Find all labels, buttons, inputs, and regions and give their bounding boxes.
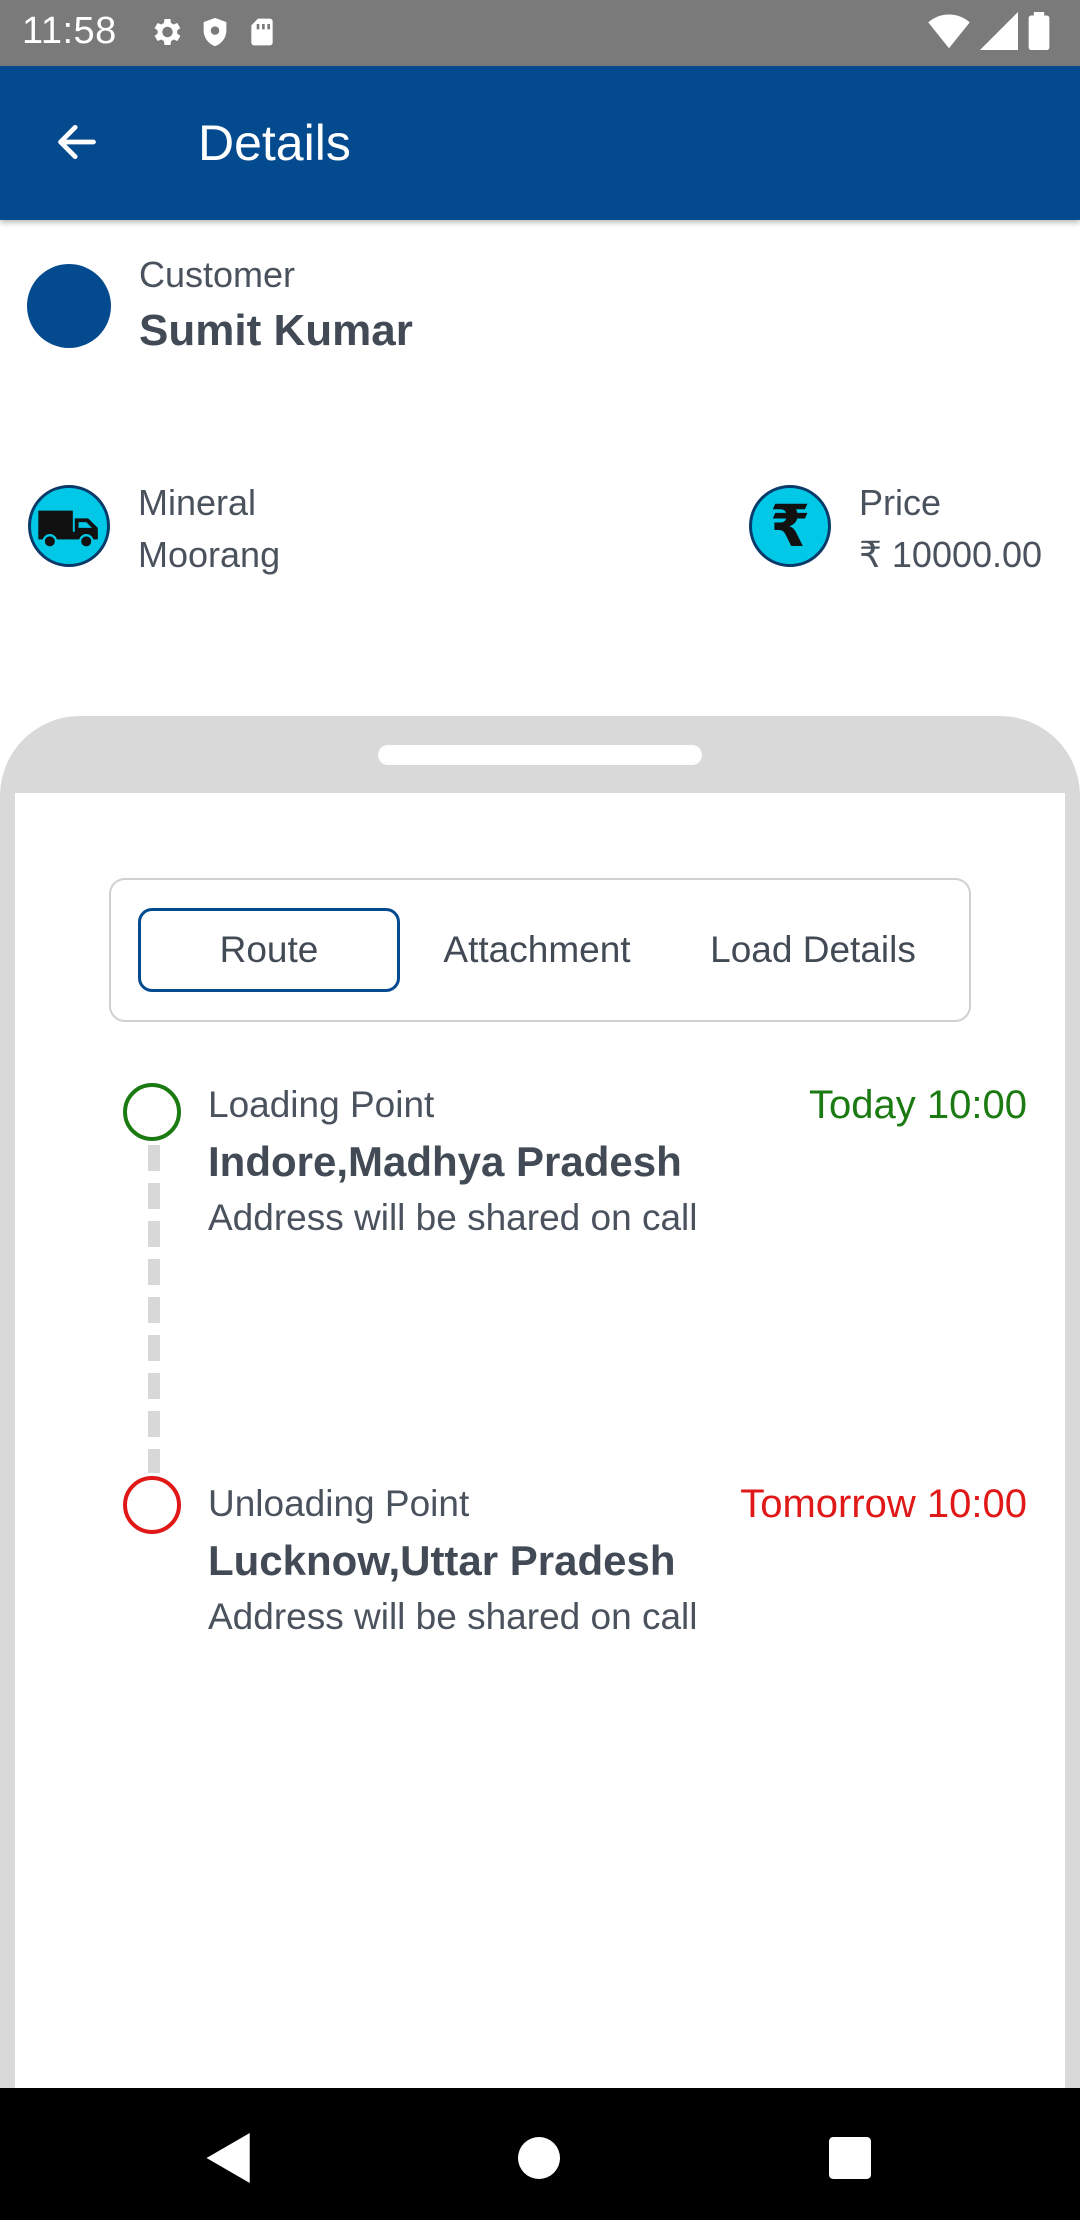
status-time: 11:58 [22, 10, 117, 52]
route-connector [148, 1145, 160, 1473]
shield-icon [203, 17, 227, 47]
wifi-icon [928, 14, 970, 49]
nav-recents-button[interactable] [820, 2128, 880, 2188]
unloading-address: Address will be shared on call [208, 1596, 698, 1637]
loading-time: Today 10:00 [809, 1083, 1027, 1127]
page-title: Details [198, 115, 351, 171]
sim-card-icon [251, 18, 273, 46]
tab-route[interactable]: Route [138, 908, 400, 992]
customer-name: Sumit Kumar [139, 306, 413, 355]
price-label: Price [859, 482, 942, 523]
unloading-point-marker [123, 1476, 181, 1534]
status-bar: 11:58 [0, 0, 1080, 66]
segmented-tabs: Route Attachment Load Details [109, 878, 971, 1022]
drag-handle[interactable] [378, 745, 702, 765]
back-button[interactable] [40, 110, 114, 174]
unloading-point-label: Unloading Point [208, 1483, 470, 1524]
square-recents-icon [829, 2137, 871, 2179]
nav-back-button[interactable] [197, 2128, 257, 2188]
mineral-value: Moorang [138, 534, 281, 575]
price-value: ₹ 10000.00 [859, 534, 1043, 575]
app-bar: Details [0, 66, 1080, 220]
unloading-time: Tomorrow 10:00 [740, 1482, 1027, 1526]
triangle-back-icon [206, 2133, 250, 2183]
loading-point-label: Loading Point [208, 1084, 435, 1125]
customer-label: Customer [139, 254, 296, 295]
loading-city: Indore,Madhya Pradesh [208, 1138, 682, 1185]
battery-icon [1028, 12, 1050, 50]
customer-avatar [27, 264, 111, 348]
arrow-back-icon [58, 124, 96, 160]
nav-home-button[interactable] [509, 2128, 569, 2188]
settings-icon [154, 18, 181, 46]
rupee-icon: ₹ [749, 485, 831, 567]
circle-home-icon [518, 2137, 560, 2179]
loading-point-marker [123, 1083, 181, 1141]
tab-load-details[interactable]: Load Details [673, 908, 953, 992]
unloading-city: Lucknow,Uttar Pradesh [208, 1537, 676, 1584]
tab-attachment[interactable]: Attachment [401, 908, 673, 992]
loading-address: Address will be shared on call [208, 1197, 698, 1238]
mineral-label: Mineral [138, 482, 257, 523]
truck-icon [28, 485, 110, 567]
signal-icon [980, 12, 1018, 50]
system-nav-bar [0, 2088, 1080, 2220]
